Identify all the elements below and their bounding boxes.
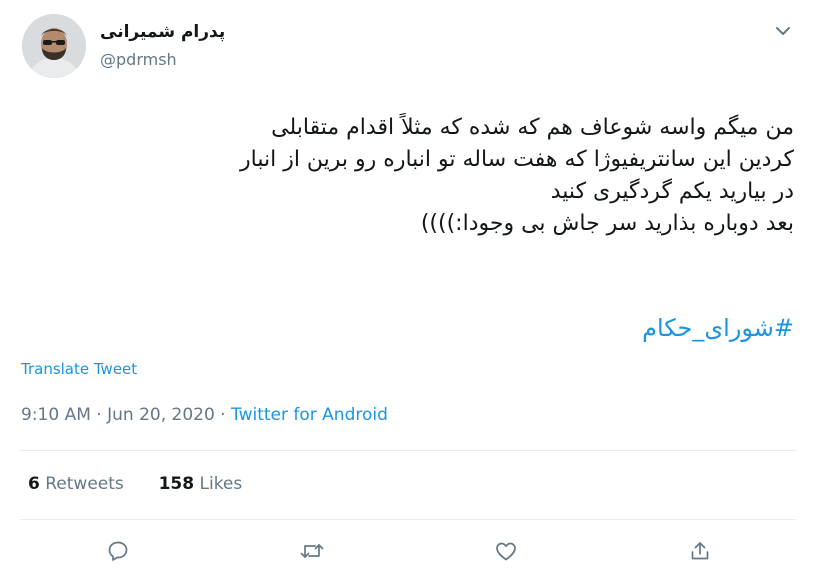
share-icon[interactable] xyxy=(686,537,714,565)
like-icon[interactable] xyxy=(492,537,520,565)
author-name[interactable]: پدرام شمیرانی xyxy=(100,22,225,42)
tweet-text-line: بعد دوباره بذارید سر جاش بی وجودا:)))) xyxy=(420,211,794,236)
divider xyxy=(20,450,796,451)
author-handle[interactable]: @pdrmsh xyxy=(100,50,177,69)
translate-tweet-link[interactable]: Translate Tweet xyxy=(21,360,137,378)
likes-stat[interactable]: 158 Likes xyxy=(159,474,243,494)
tweet-date[interactable]: Jun 20, 2020 xyxy=(107,405,215,425)
reply-icon[interactable] xyxy=(104,537,132,565)
likes-label: Likes xyxy=(199,474,243,494)
retweets-label: Retweets xyxy=(45,474,124,494)
tweet-text-line: در بیارید یکم گردگیری کنید xyxy=(550,179,794,204)
tweet-text-line: کردین این سانتریفیوژا که هفت ساله تو انب… xyxy=(240,147,794,172)
divider xyxy=(20,519,796,520)
chevron-down-icon[interactable] xyxy=(770,22,796,40)
likes-count: 158 xyxy=(158,474,195,494)
meta-separator: · xyxy=(90,405,108,425)
tweet-stats: 6 Retweets 158 Likes xyxy=(28,474,242,494)
avatar[interactable] xyxy=(22,14,86,78)
avatar-photo xyxy=(22,14,86,78)
tweet-text-line: من میگم واسه شوعاف هم که شده که مثلاً اق… xyxy=(271,115,794,140)
retweets-count: 6 xyxy=(28,474,40,494)
tweet-source-link[interactable]: Twitter for Android xyxy=(231,405,388,425)
tweet-text: من میگم واسه شوعاف هم که شده که مثلاً اق… xyxy=(20,112,794,240)
hashtag-link[interactable]: #شورای_حکام xyxy=(642,314,794,342)
retweet-icon[interactable] xyxy=(298,537,326,565)
tweet-time[interactable]: 9:10 AM xyxy=(21,405,91,425)
meta-separator: · xyxy=(214,405,231,425)
tweet-metadata: 9:10 AM · Jun 20, 2020 · Twitter for And… xyxy=(21,405,388,425)
retweets-stat[interactable]: 6 Retweets xyxy=(28,474,124,494)
